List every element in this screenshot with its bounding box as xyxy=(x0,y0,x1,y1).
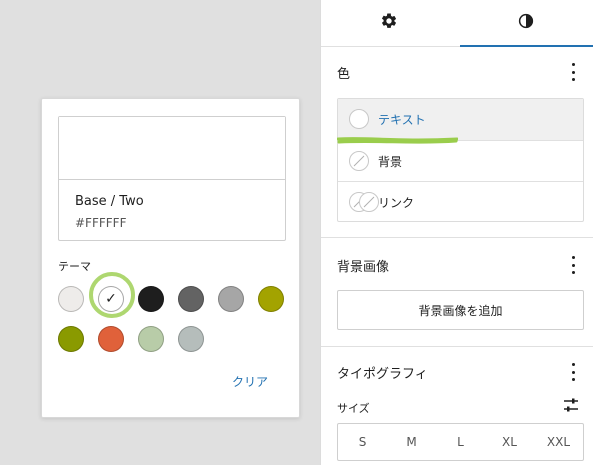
theme-palette-label: テーマ xyxy=(58,260,91,273)
typography-section-title: タイポグラフィ xyxy=(337,367,428,382)
highlight-scribble xyxy=(337,137,458,144)
color-section-options-button[interactable] xyxy=(569,63,577,81)
font-size-option-xxl[interactable]: XXL xyxy=(534,424,583,460)
theme-color-swatch[interactable] xyxy=(98,326,124,352)
color-section-title: 色 xyxy=(337,67,351,82)
color-item-text[interactable]: テキスト xyxy=(338,99,583,140)
theme-color-swatch[interactable] xyxy=(258,286,284,312)
sidebar-tabs xyxy=(321,0,593,47)
theme-color-swatch[interactable] xyxy=(58,286,84,312)
font-size-option-xl[interactable]: XL xyxy=(485,424,534,460)
tab-styles[interactable] xyxy=(458,0,593,47)
add-background-image-button[interactable]: 背景画像を追加 xyxy=(337,290,584,330)
font-size-option-l[interactable]: L xyxy=(436,424,485,460)
theme-color-swatch[interactable] xyxy=(178,326,204,352)
theme-color-swatch[interactable] xyxy=(58,326,84,352)
no-color-icon xyxy=(359,192,379,212)
color-preview-name: Base / Two xyxy=(75,194,144,209)
color-item-label: 背景 xyxy=(378,155,403,169)
section-divider xyxy=(321,237,593,238)
gear-icon xyxy=(380,12,398,34)
selection-highlight-ring xyxy=(89,272,135,318)
color-item-label: リンク xyxy=(378,196,415,210)
color-picker-popover: Base / Two #FFFFFF テーマ ✓ クリア xyxy=(41,98,300,418)
color-indicator-icon xyxy=(349,109,369,129)
theme-color-swatch[interactable] xyxy=(178,286,204,312)
tab-settings[interactable] xyxy=(321,0,457,46)
more-vertical-icon xyxy=(571,256,575,259)
color-preview-hex: #FFFFFF xyxy=(75,216,127,230)
color-item-link[interactable]: リンク xyxy=(338,181,583,223)
color-item-background[interactable]: 背景 xyxy=(338,140,583,182)
font-size-option-s[interactable]: S xyxy=(338,424,387,460)
theme-color-swatch[interactable] xyxy=(138,286,164,312)
color-item-label: テキスト xyxy=(378,113,426,127)
custom-size-toggle-button[interactable] xyxy=(563,397,579,416)
color-preview: Base / Two #FFFFFF xyxy=(58,116,286,241)
background-section-options-button[interactable] xyxy=(569,256,577,274)
section-divider xyxy=(321,346,593,347)
more-vertical-icon xyxy=(571,63,575,66)
color-settings-list: テキスト 背景 リンク xyxy=(337,98,584,222)
more-vertical-icon xyxy=(571,363,575,366)
font-size-label: サイズ xyxy=(337,402,370,415)
theme-color-swatch[interactable] xyxy=(218,286,244,312)
background-image-section-title: 背景画像 xyxy=(337,260,390,275)
sliders-icon xyxy=(564,398,578,412)
font-size-option-m[interactable]: M xyxy=(387,424,436,460)
color-preview-swatch xyxy=(59,117,285,180)
half-circle-icon xyxy=(517,12,535,34)
no-color-icon xyxy=(349,151,369,171)
font-size-picker: S M L XL XXL xyxy=(337,423,584,461)
clear-button[interactable]: クリア xyxy=(232,373,268,390)
typography-section-options-button[interactable] xyxy=(569,363,577,381)
block-inspector-sidebar: 色 テキスト 背景 リンク 背景画像 背景画像を追加 タイポグラフィ サイズ S… xyxy=(320,0,593,465)
theme-color-swatch[interactable] xyxy=(138,326,164,352)
